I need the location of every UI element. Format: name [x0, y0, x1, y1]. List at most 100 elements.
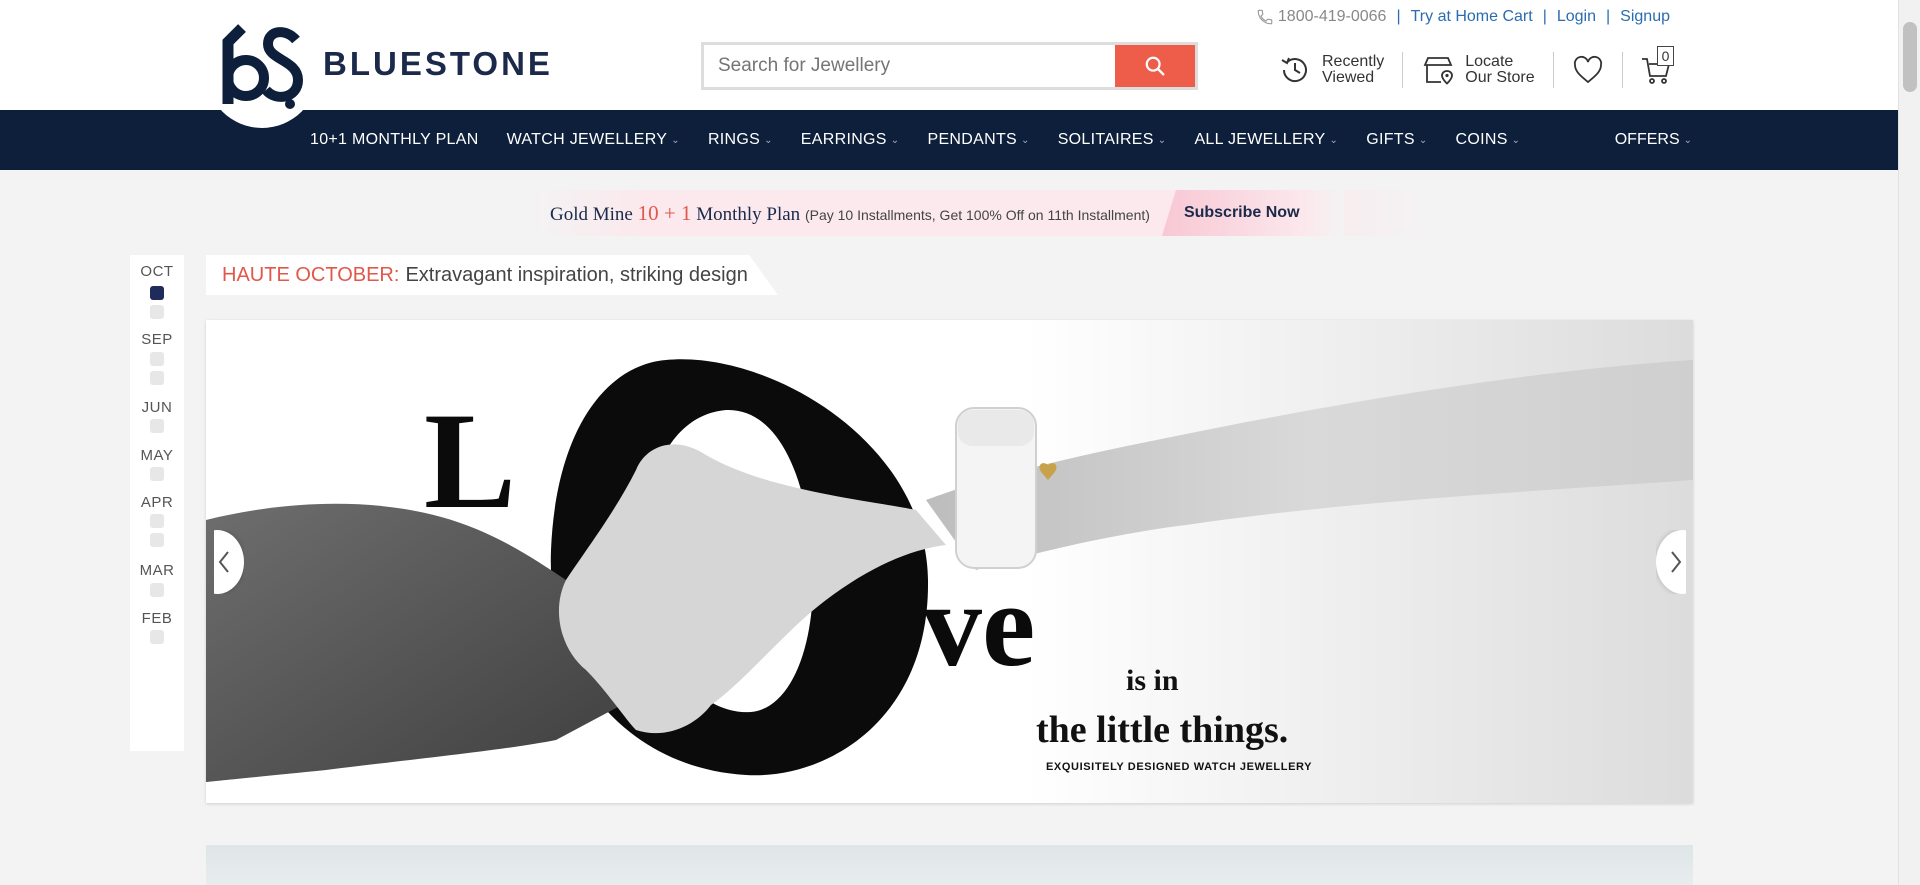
timeline-dot[interactable]	[150, 533, 164, 547]
history-icon	[1281, 57, 1307, 82]
page-scrollbar[interactable]	[1898, 0, 1920, 885]
search-button[interactable]	[1115, 45, 1195, 87]
scrollbar-thumb[interactable]	[1903, 22, 1917, 92]
recently-viewed-label-2: Viewed	[1322, 69, 1375, 86]
monthly-plan-promo: Gold Mine 10 + 1 Monthly Plan (Pay 10 In…	[532, 190, 1424, 236]
carousel-prev-button[interactable]	[214, 530, 244, 594]
promo-small-text: (Pay 10 Installments, Get 100% Off on 11…	[804, 206, 1150, 223]
chevron-down-icon: ⌄	[1157, 134, 1167, 146]
hero-banner[interactable]: L ve is in the little things. EXQUISITEL…	[206, 320, 1693, 803]
story-headline: HAUTE OCTOBER: Extravagant inspiration, …	[206, 255, 778, 295]
nav-item-label: GIFTS	[1366, 131, 1415, 148]
timeline-month-apr[interactable]: APR	[130, 494, 184, 511]
chevron-left-icon	[218, 551, 229, 573]
chevron-down-icon: ⌄	[1418, 134, 1428, 146]
separator: |	[1606, 8, 1611, 25]
separator: |	[1396, 8, 1401, 25]
timeline-dot[interactable]	[150, 371, 164, 385]
nav-item-label: RINGS	[707, 131, 761, 148]
headline-text: Extravagant inspiration, striking design	[405, 263, 748, 286]
phone-number: 1800-419-0066	[1277, 8, 1387, 25]
timeline-month-may[interactable]: MAY	[130, 447, 184, 464]
timeline-dot[interactable]	[150, 286, 164, 300]
banner-little-things: the little things.	[1036, 709, 1288, 751]
nav-item-earrings[interactable]: EARRINGS ⌄	[801, 131, 900, 149]
header-icons: Recently Viewed Locate Our Store 0	[1278, 46, 1675, 88]
chevron-down-icon: ⌄	[764, 134, 773, 146]
logo[interactable]	[206, 10, 318, 128]
locate-store-button[interactable]: Locate Our Store	[1421, 53, 1535, 87]
nav-item-label: WATCH JEWELLERY	[506, 131, 668, 148]
banner-letters-ve: ve	[922, 558, 1035, 691]
nav-item-rings[interactable]: RINGS ⌄	[708, 131, 773, 149]
watch-face	[958, 410, 1034, 446]
store-locator-icon	[1423, 57, 1454, 85]
cart-count-badge: 0	[1656, 46, 1675, 66]
timeline-dot[interactable]	[150, 419, 164, 433]
nav-item-all-jewellery[interactable]: ALL JEWELLERY ⌄	[1194, 131, 1338, 149]
headline-highlight: HAUTE OCTOBER:	[222, 263, 400, 286]
nav-item-solitaires[interactable]: SOLITAIRES ⌄	[1058, 131, 1167, 149]
promo-highlight: 10 + 1	[637, 200, 692, 225]
timeline-month-mar[interactable]: MAR	[130, 562, 184, 579]
search-input[interactable]	[704, 45, 1115, 87]
banner-tagline: EXQUISITELY DESIGNED WATCH JEWELLERY	[1046, 761, 1312, 773]
divider	[1621, 52, 1623, 88]
chevron-down-icon: ⌄	[1683, 134, 1692, 146]
timeline-dot[interactable]	[150, 583, 164, 597]
banner-image: L ve is in the little things. EXQUISITEL…	[206, 320, 1693, 803]
timeline-month-oct[interactable]: OCT	[130, 263, 184, 280]
timeline-month-feb[interactable]: FEB	[130, 610, 184, 627]
cart-button[interactable]: 0	[1641, 46, 1675, 86]
timeline-month-sep[interactable]: SEP	[130, 331, 184, 348]
try-at-home-link[interactable]: Try at Home Cart	[1411, 8, 1533, 26]
chevron-down-icon: ⌄	[1329, 134, 1339, 146]
nav-item-10-1-monthly-plan[interactable]: 10+1 MONTHLY PLAN	[310, 131, 479, 149]
carousel-next-button[interactable]	[1656, 530, 1686, 594]
nav-item-offers[interactable]: OFFERS ⌄	[1615, 110, 1692, 170]
timeline-dot[interactable]	[150, 305, 164, 319]
nav-item-label: 10+1 MONTHLY PLAN	[310, 131, 479, 148]
timeline-dot[interactable]	[150, 514, 164, 528]
signup-link[interactable]: Signup	[1620, 8, 1670, 26]
nav-item-gifts[interactable]: GIFTS ⌄	[1366, 131, 1427, 149]
chevron-down-icon: ⌄	[1021, 134, 1030, 146]
phone-icon	[1257, 9, 1273, 25]
wishlist-button[interactable]	[1572, 55, 1604, 85]
locate-store-label-1: Locate	[1465, 53, 1514, 70]
top-links: 1800-419-0066 | Try at Home Cart | Login…	[1256, 8, 1670, 26]
bluestone-logo-icon	[222, 24, 304, 109]
search-icon	[1145, 56, 1165, 76]
separator: |	[1542, 8, 1547, 25]
chevron-right-icon	[1671, 551, 1682, 573]
nav-item-label: PENDANTS	[927, 131, 1017, 148]
phone-link[interactable]: 1800-419-0066	[1256, 8, 1387, 26]
subscribe-now-button[interactable]: Subscribe Now	[1161, 190, 1345, 236]
timeline-month-jun[interactable]: JUN	[130, 399, 184, 416]
divider	[1552, 52, 1554, 88]
promo-text-a: Gold Mine	[550, 203, 638, 225]
timeline-dot[interactable]	[150, 467, 164, 481]
nav-item-pendants[interactable]: PENDANTS ⌄	[927, 131, 1029, 149]
heart-icon	[1573, 55, 1602, 84]
promo-text-b: Monthly Plan	[691, 203, 805, 225]
timeline-dot[interactable]	[150, 352, 164, 366]
login-link[interactable]: Login	[1557, 8, 1596, 26]
brand-name[interactable]: BLUESTONE	[323, 45, 553, 83]
chevron-down-icon: ⌄	[671, 134, 680, 146]
chevron-down-icon: ⌄	[890, 134, 900, 146]
recently-viewed-label-1: Recently	[1322, 53, 1385, 70]
next-banner	[206, 845, 1693, 885]
search-bar	[701, 42, 1198, 90]
promo-text: Gold Mine 10 + 1 Monthly Plan (Pay 10 In…	[532, 201, 1150, 226]
nav-item-watch-jewellery[interactable]: WATCH JEWELLERY ⌄	[507, 131, 680, 149]
month-timeline: OCT SEP JUN MAY APR MAR FEB	[130, 255, 184, 751]
recently-viewed-button[interactable]: Recently Viewed	[1278, 53, 1384, 87]
nav-item-label: OFFERS	[1614, 131, 1680, 148]
nav-item-label: EARRINGS	[800, 131, 887, 148]
chevron-down-icon: ⌄	[1511, 134, 1521, 146]
locate-store-label-2: Our Store	[1465, 69, 1535, 86]
banner-is-in: is in	[1126, 664, 1179, 697]
timeline-dot[interactable]	[150, 630, 164, 644]
nav-item-coins[interactable]: COINS ⌄	[1456, 131, 1521, 149]
